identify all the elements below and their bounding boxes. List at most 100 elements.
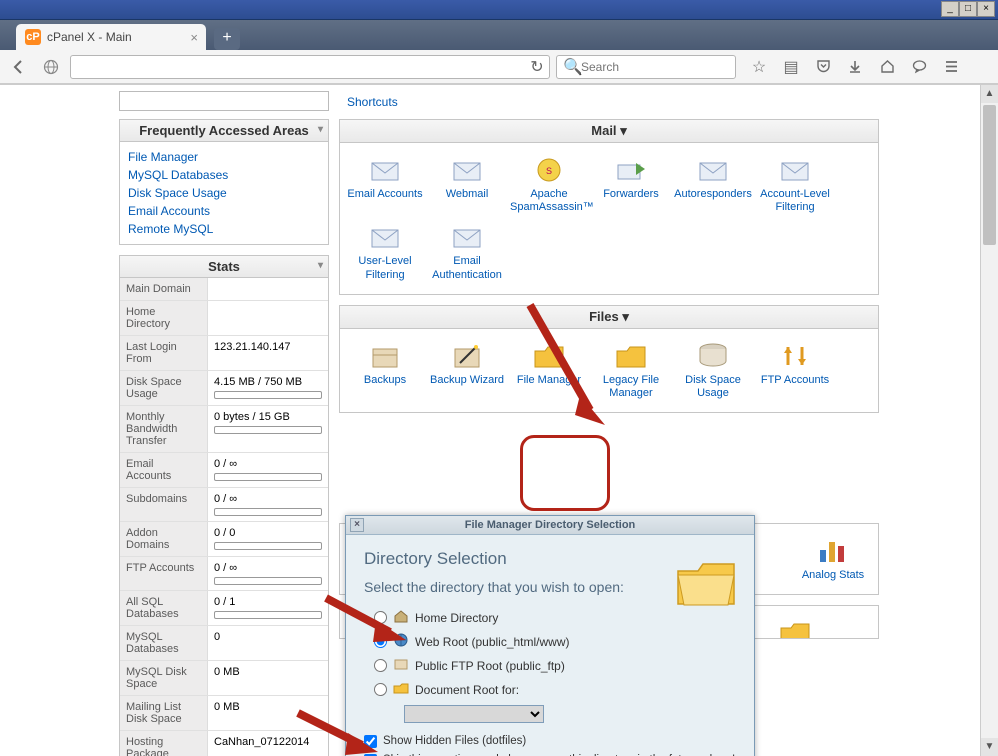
scroll-thumb[interactable]	[983, 105, 996, 245]
pocket-icon[interactable]	[810, 54, 836, 80]
folder-icon	[778, 618, 812, 639]
directory-radio-input[interactable]	[374, 659, 387, 672]
mail-item-label: Email Accounts	[346, 188, 424, 201]
vertical-scrollbar[interactable]: ▲ ▼	[980, 85, 998, 756]
stat-row: Subdomains0 / ∞	[120, 487, 328, 521]
reload-icon[interactable]: ↻	[525, 57, 549, 77]
browser-search-input[interactable]	[581, 60, 729, 74]
file-icon	[368, 341, 402, 371]
freq-areas-title: Frequently Accessed Areas	[139, 123, 309, 138]
files-item-label: Legacy File Manager	[592, 374, 670, 400]
collapse-icon[interactable]: ▾	[318, 260, 323, 271]
mail-title: Mail	[591, 123, 616, 138]
stat-row: Monthly Bandwidth Transfer0 bytes / 15 G…	[120, 405, 328, 452]
freq-link[interactable]: MySQL Databases	[128, 166, 320, 184]
files-item-label: Disk Space Usage	[674, 374, 752, 400]
file-icon	[532, 341, 566, 371]
page-viewport: Frequently Accessed Areas ▾ File Manager…	[0, 84, 998, 756]
files-item-label: File Manager	[510, 374, 588, 387]
stat-row: Last Login From123.21.140.147	[120, 335, 328, 370]
files-item[interactable]: Legacy File Manager	[590, 337, 672, 404]
mail-icon	[450, 155, 484, 185]
mail-item[interactable]: SApache SpamAssassin™	[508, 151, 590, 218]
directory-radio-input[interactable]	[374, 611, 387, 624]
progress-bar	[214, 391, 322, 399]
large-folder-icon	[674, 557, 738, 609]
mail-item-label: Webmail	[428, 188, 506, 201]
new-tab-button[interactable]: +	[214, 28, 240, 50]
dialog-close-button[interactable]: ×	[350, 518, 364, 532]
chat-icon[interactable]	[906, 54, 932, 80]
stat-label: All SQL Databases	[120, 591, 208, 625]
menu-icon[interactable]	[938, 54, 964, 80]
window-maximize-button[interactable]: □	[959, 1, 977, 17]
url-bar[interactable]: ↻	[70, 55, 550, 79]
browser-tab[interactable]: cP cPanel X - Main ×	[16, 24, 206, 50]
directory-radio-option[interactable]: Public FTP Root (public_ftp)	[364, 657, 736, 674]
radio-label: Document Root for:	[415, 683, 519, 697]
directory-radio-option[interactable]: Document Root for:	[364, 681, 736, 698]
progress-bar	[214, 508, 322, 516]
mail-item[interactable]: Autoresponders	[672, 151, 754, 218]
collapse-icon[interactable]: ▾	[318, 124, 323, 135]
files-item[interactable]: FTP Accounts	[754, 337, 836, 404]
shortcuts-link[interactable]: Shortcuts	[339, 91, 406, 113]
radio-icon	[393, 657, 409, 674]
files-item[interactable]: File Manager	[508, 337, 590, 404]
directory-radio-input[interactable]	[374, 683, 387, 696]
stat-row: Addon Domains0 / 0	[120, 521, 328, 556]
files-item[interactable]: Backups	[344, 337, 426, 404]
stat-label: Email Accounts	[120, 453, 208, 487]
document-root-select[interactable]	[404, 705, 544, 723]
tab-title: cPanel X - Main	[47, 30, 132, 44]
progress-bar	[214, 426, 322, 434]
mail-item[interactable]: User-Level Filtering	[344, 218, 426, 285]
stat-value: 4.15 MB / 750 MB	[208, 371, 328, 405]
tab-close-icon[interactable]: ×	[190, 30, 198, 45]
directory-radio-option[interactable]: Web Root (public_html/www)	[364, 633, 736, 650]
stat-label: Monthly Bandwidth Transfer	[120, 406, 208, 452]
stat-value: 0 / ∞	[208, 557, 328, 590]
stat-row: Home Directory	[120, 300, 328, 335]
files-item-label: Backup Wizard	[428, 374, 506, 387]
file-icon	[778, 341, 812, 371]
window-close-button[interactable]: ×	[977, 1, 995, 17]
freq-link[interactable]: Email Accounts	[128, 202, 320, 220]
collapse-icon[interactable]: ▾	[620, 123, 627, 138]
show-hidden-checkbox[interactable]: Show Hidden Files (dotfiles)	[364, 735, 736, 748]
stat-value: CaNhan_07122014	[208, 731, 328, 756]
bookmark-star-icon[interactable]: ☆	[746, 54, 772, 80]
freq-areas-header: Frequently Accessed Areas ▾	[119, 119, 329, 142]
browser-search-box[interactable]: 🔍	[556, 55, 736, 79]
mail-item[interactable]: Account-Level Filtering	[754, 151, 836, 218]
freq-link[interactable]: Remote MySQL	[128, 220, 320, 238]
files-item[interactable]: Disk Space Usage	[672, 337, 754, 404]
mail-item[interactable]: Webmail	[426, 151, 508, 218]
stat-value: 123.21.140.147	[208, 336, 328, 370]
globe-icon[interactable]	[38, 54, 64, 80]
freq-link[interactable]: Disk Space Usage	[128, 184, 320, 202]
mail-item[interactable]: Email Accounts	[344, 151, 426, 218]
file-manager-directory-dialog: × File Manager Directory Selection Direc…	[345, 515, 755, 756]
mail-item[interactable]: Email Authentication	[426, 218, 508, 285]
reading-list-icon[interactable]: ▤	[778, 54, 804, 80]
mail-item[interactable]: Forwarders	[590, 151, 672, 218]
downloads-icon[interactable]	[842, 54, 868, 80]
show-hidden-label: Show Hidden Files (dotfiles)	[383, 735, 526, 747]
back-button[interactable]	[6, 54, 32, 80]
show-hidden-input[interactable]	[364, 735, 377, 748]
analog-stats-link[interactable]: Analog Stats	[794, 569, 872, 582]
window-minimize-button[interactable]: _	[941, 1, 959, 17]
directory-radio-input[interactable]	[374, 635, 387, 648]
stat-row: Mailing List Disk Space0 MB	[120, 695, 328, 730]
directory-radio-option[interactable]: Home Directory	[364, 609, 736, 626]
stat-value	[208, 278, 328, 300]
freq-link[interactable]: File Manager	[128, 148, 320, 166]
scroll-up-button[interactable]: ▲	[981, 85, 998, 103]
home-icon[interactable]	[874, 54, 900, 80]
stats-header: Stats ▾	[119, 255, 329, 278]
cpanel-search-box[interactable]	[119, 91, 329, 111]
files-item[interactable]: Backup Wizard	[426, 337, 508, 404]
scroll-down-button[interactable]: ▼	[981, 738, 998, 756]
collapse-icon[interactable]: ▾	[622, 309, 629, 324]
